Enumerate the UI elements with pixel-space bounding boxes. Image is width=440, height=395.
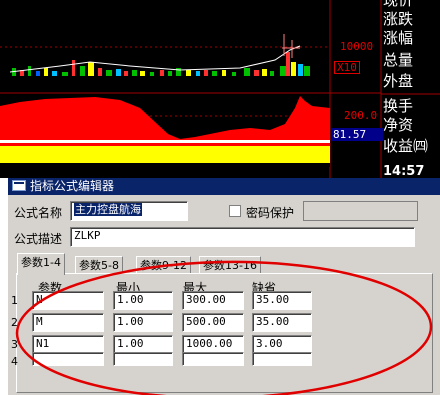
tab-params-5-8[interactable]: 参数5-8 xyxy=(75,256,123,274)
price-bar xyxy=(132,70,137,76)
time-label: 14:57 xyxy=(383,164,425,178)
price-bar xyxy=(88,62,94,76)
price-bar xyxy=(98,68,102,76)
yellow-band xyxy=(0,146,330,163)
price-bar xyxy=(212,71,217,76)
price-bar xyxy=(150,72,154,76)
price-bar xyxy=(254,70,259,76)
tab-params-9-12[interactable]: 参数9-12 xyxy=(136,256,191,274)
price-bar xyxy=(286,52,290,76)
price-bar xyxy=(80,66,85,76)
price-bar xyxy=(72,60,75,76)
param-default-input[interactable] xyxy=(252,352,312,366)
label-turnover: 换手 xyxy=(383,97,414,115)
param-name-input[interactable]: M xyxy=(32,313,104,332)
axis-multiplier-badge: X10 xyxy=(334,61,360,74)
label-volume: 总量 xyxy=(383,51,414,69)
price-bar xyxy=(280,66,286,76)
password-field[interactable] xyxy=(303,201,418,221)
price-bar xyxy=(44,68,48,76)
param-default-input[interactable]: 35.00 xyxy=(252,291,312,310)
password-label: 密码保护 xyxy=(246,206,295,220)
row-number: 4 xyxy=(11,355,18,368)
price-bar xyxy=(262,69,267,76)
tab-params-13-16[interactable]: 参数13-16 xyxy=(199,256,261,274)
price-bar xyxy=(28,66,31,76)
label-price: 现价 xyxy=(383,0,414,9)
price-bar xyxy=(204,70,208,76)
bottom-strip xyxy=(0,163,330,167)
row-number: 1 xyxy=(11,294,18,307)
price-bar xyxy=(52,71,57,76)
formula-editor-dialog: 指标公式编辑器 公式名称 主力控盘航海 密码保护 公式描述 ZLKP 参数1-4… xyxy=(8,178,440,395)
param-max-input[interactable]: 500.00 xyxy=(182,313,244,332)
price-bar xyxy=(270,71,274,76)
price-bar xyxy=(298,64,303,76)
formula-desc-label: 公式描述 xyxy=(14,232,63,246)
label-outer-volume: 外盘 xyxy=(383,72,414,90)
white-band xyxy=(0,140,330,143)
price-bar xyxy=(160,70,164,76)
label-change: 涨跌 xyxy=(383,10,414,28)
param-name-input[interactable]: N xyxy=(32,291,104,310)
price-bars xyxy=(9,34,310,76)
price-bar xyxy=(140,71,145,76)
formula-name-input[interactable]: 主力控盘航海 xyxy=(70,201,188,221)
row-number: 3 xyxy=(11,338,18,351)
label-earnings: 收益㈣ xyxy=(383,137,429,155)
indicator-value-box: 81.57 xyxy=(331,128,383,141)
price-bar xyxy=(196,71,200,76)
param-name-input[interactable] xyxy=(32,352,104,366)
dialog-title-bar[interactable]: 指标公式编辑器 xyxy=(8,178,440,195)
price-bar xyxy=(291,62,296,76)
param-default-input[interactable]: 35.00 xyxy=(252,313,312,332)
price-bar xyxy=(116,69,121,76)
formula-desc-input[interactable]: ZLKP xyxy=(70,227,415,247)
row-number: 2 xyxy=(11,316,18,329)
formula-name-label: 公式名称 xyxy=(14,206,63,220)
price-bar xyxy=(176,68,181,76)
price-bar xyxy=(244,68,250,76)
moving-average-line xyxy=(9,45,301,73)
price-wick-lines xyxy=(282,34,300,58)
tab-params-1-4[interactable]: 参数1-4 xyxy=(17,253,65,275)
price-bar xyxy=(186,70,191,76)
stock-chart-canvas xyxy=(0,0,440,178)
price-bar xyxy=(304,66,310,76)
price-bar xyxy=(222,70,226,76)
price-bar xyxy=(36,71,40,76)
axis-upper-value: 10000 xyxy=(340,40,374,53)
price-bar xyxy=(106,70,112,76)
param-min-input[interactable] xyxy=(113,352,173,366)
password-checkbox[interactable] xyxy=(229,205,241,217)
label-net-assets: 净资 xyxy=(383,116,414,134)
axis-lower-value: 200.0 xyxy=(344,109,378,122)
label-change-pct: 涨幅 xyxy=(383,29,414,47)
price-bar xyxy=(124,71,128,76)
price-bar xyxy=(168,71,172,76)
param-min-input[interactable]: 1.00 xyxy=(113,291,173,310)
formula-name-value: 主力控盘航海 xyxy=(74,203,142,216)
param-max-input[interactable] xyxy=(182,352,244,366)
param-min-input[interactable]: 1.00 xyxy=(113,313,173,332)
window-icon xyxy=(12,180,26,191)
dialog-title: 指标公式编辑器 xyxy=(30,179,115,193)
param-max-input[interactable]: 300.00 xyxy=(182,291,244,310)
stock-chart-panel: 现价 涨跌 涨幅 总量 外盘 换手 净资 收益㈣ 10000 X10 200.0… xyxy=(0,0,440,178)
price-bar xyxy=(62,72,68,76)
price-bar xyxy=(232,72,236,76)
